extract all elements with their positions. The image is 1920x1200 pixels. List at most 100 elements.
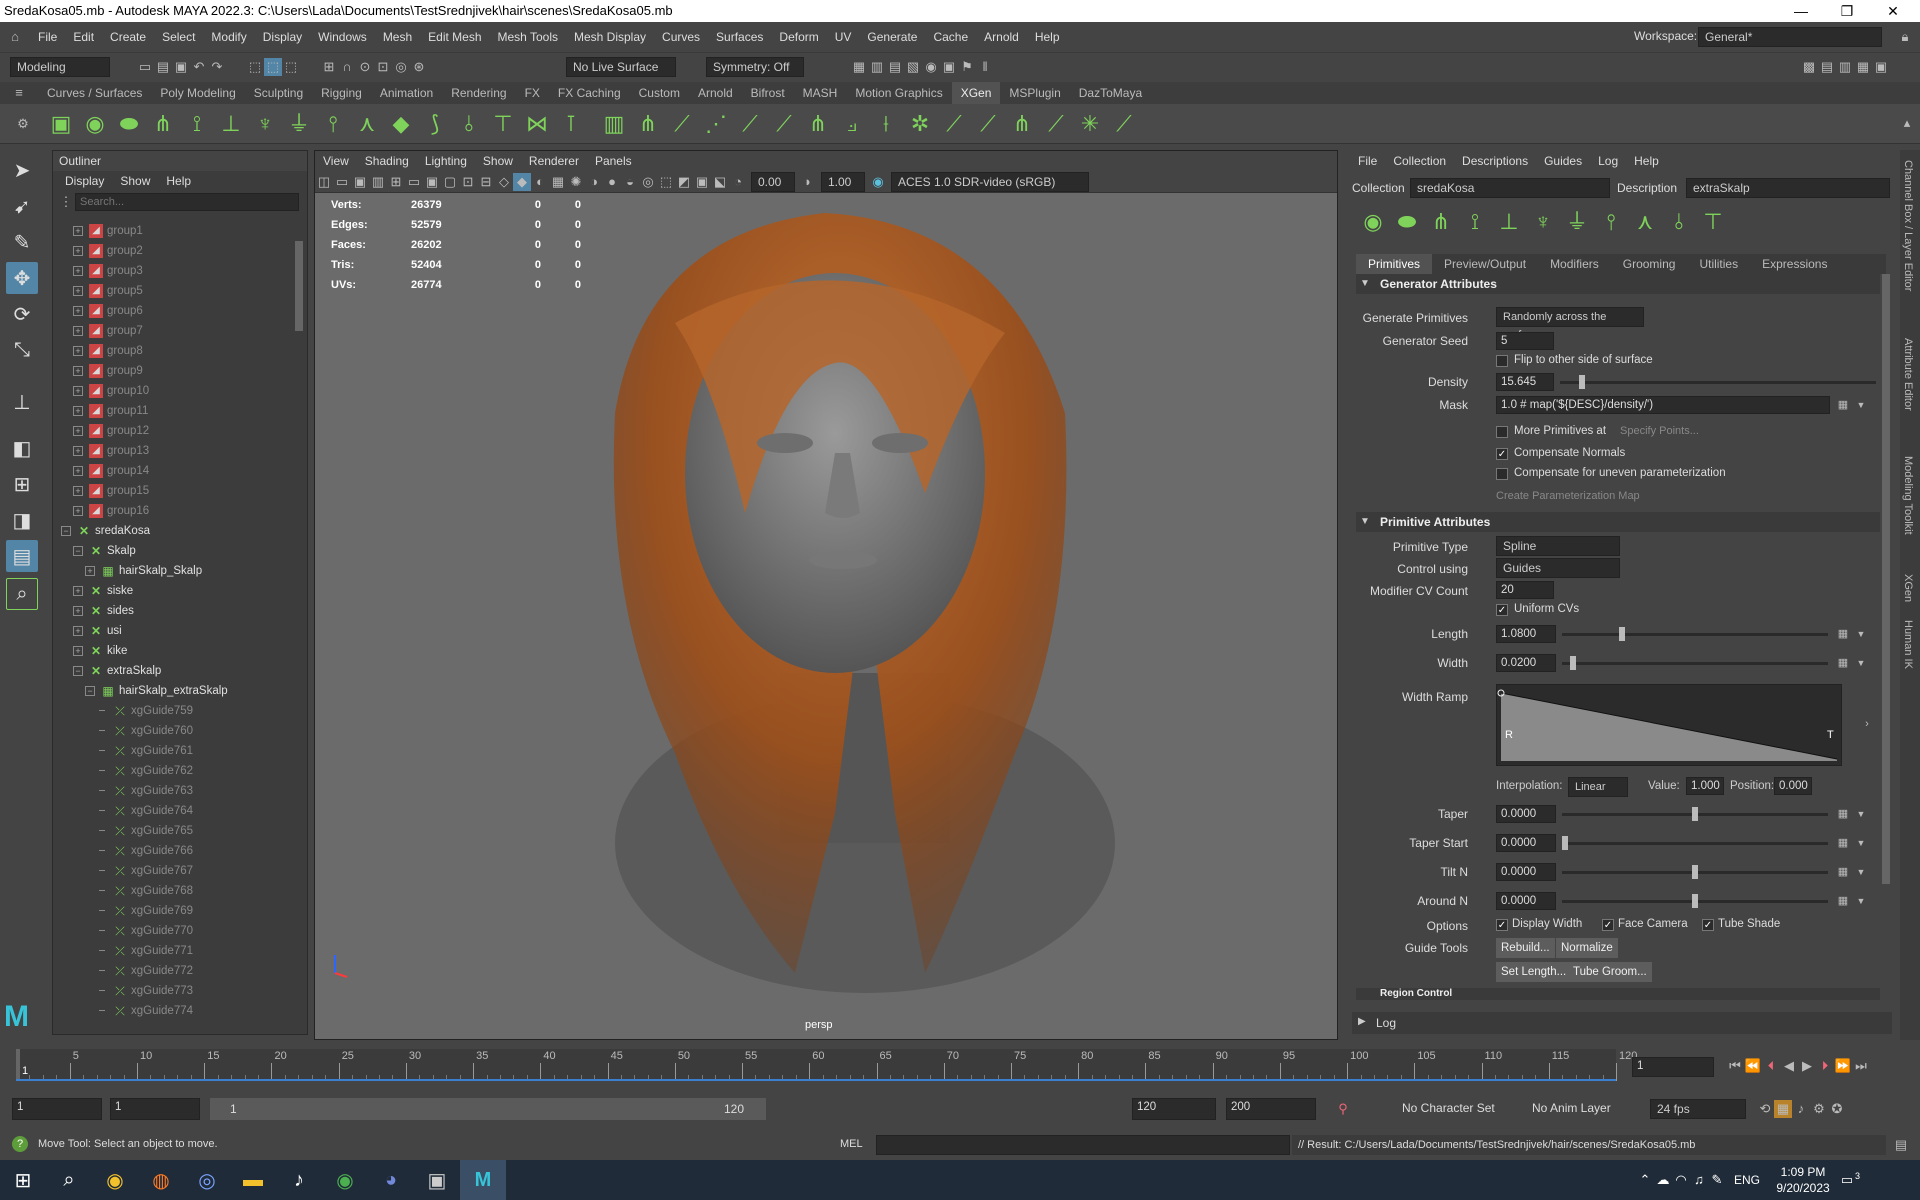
search-icon[interactable]: ⌕ xyxy=(46,1160,92,1200)
length-field[interactable]: 1.0800 xyxy=(1496,625,1556,643)
lock-guide-icon[interactable]: ⏚ xyxy=(285,108,313,140)
camera-attr-icon[interactable]: ▭ xyxy=(333,173,351,191)
xgen-length-icon[interactable]: ⊤ xyxy=(1699,206,1727,238)
wireframe-icon[interactable]: ◇ xyxy=(495,173,513,191)
command-input[interactable] xyxy=(876,1135,1290,1155)
new-scene-icon[interactable]: ▭ xyxy=(136,58,154,76)
expand-icon[interactable]: + xyxy=(73,266,83,276)
side-tab-attribute-editor[interactable]: Attribute Editor xyxy=(1902,338,1914,411)
anim-layer-dropdown[interactable]: No Anim Layer xyxy=(1532,1101,1611,1115)
shadows-icon[interactable]: ◑ xyxy=(585,173,603,191)
playback-start-field[interactable]: 1 xyxy=(110,1098,200,1120)
expand-icon[interactable]: + xyxy=(73,446,83,456)
gamma-field[interactable]: 1.00 xyxy=(821,171,865,192)
xgen-preview-icon[interactable]: ◉ xyxy=(1359,206,1387,238)
mask-expression-field[interactable]: 1.0 # map('${DESC}/density/') xyxy=(1496,396,1830,414)
xray-joints-icon[interactable]: ▣ xyxy=(693,173,711,191)
live-surface-field[interactable]: No Live Surface xyxy=(566,57,676,77)
uniform-cvs-checkbox[interactable]: ✓ xyxy=(1496,604,1508,616)
expand-icon[interactable]: + xyxy=(73,406,83,416)
menu-edit-mesh[interactable]: Edit Mesh xyxy=(420,22,489,52)
onedrive-icon[interactable]: ☁ xyxy=(1654,1171,1672,1189)
ramp-value-field[interactable]: 1.000 xyxy=(1686,777,1724,795)
outliner-row[interactable]: + ◢ group15 xyxy=(53,481,293,501)
menu-create[interactable]: Create xyxy=(102,22,154,52)
tilt-menu-icon[interactable]: ▼ xyxy=(1852,863,1870,881)
move-tool-icon[interactable]: ✥ xyxy=(6,262,38,294)
xgen-cut-guide-icon[interactable]: ⊥ xyxy=(1495,206,1523,238)
grid-toggle-icon[interactable]: ⊞ xyxy=(387,173,405,191)
expand-icon[interactable]: + xyxy=(73,326,83,336)
add-guide-icon[interactable]: ⋔ xyxy=(149,108,177,140)
xgen-menu-guides[interactable]: Guides xyxy=(1536,154,1590,168)
groom-add-icon[interactable]: ⋔ xyxy=(634,108,662,140)
expand-icon[interactable]: − xyxy=(73,546,83,556)
render-view-icon[interactable]: ▥ xyxy=(868,58,886,76)
expand-icon[interactable]: + xyxy=(73,386,83,396)
outliner-menu-display[interactable]: Display xyxy=(57,174,112,188)
shelf-tab-fx[interactable]: FX xyxy=(516,82,549,104)
loop-icon[interactable]: ⟲ xyxy=(1756,1100,1774,1118)
normalize-button[interactable]: Normalize xyxy=(1556,938,1618,958)
motion-blur-icon[interactable]: ◒ xyxy=(621,173,639,191)
viewport-menu-panels[interactable]: Panels xyxy=(587,151,640,171)
xgen-tab-preview-output[interactable]: Preview/Output xyxy=(1432,254,1538,274)
expand-icon[interactable]: + xyxy=(73,226,83,236)
shelf-tab-custom[interactable]: Custom xyxy=(630,82,689,104)
step-back-key-icon[interactable]: ⏪ xyxy=(1744,1057,1762,1075)
outliner-row[interactable]: ⤫ xgGuide764 xyxy=(53,801,293,821)
viewport-menu-show[interactable]: Show xyxy=(475,151,521,171)
mask-expr-editor-icon[interactable]: ▦ xyxy=(1834,396,1852,414)
ramp-expand-icon[interactable]: › xyxy=(1858,715,1876,733)
tray-chevron-icon[interactable]: ⌃ xyxy=(1636,1171,1654,1189)
arnold-render-icon[interactable]: ◉ xyxy=(922,58,940,76)
menu-mesh[interactable]: Mesh xyxy=(375,22,420,52)
ao-icon[interactable]: ● xyxy=(603,173,621,191)
groom-select-icon[interactable]: ⟋ xyxy=(974,108,1002,140)
outliner-row[interactable]: + ◢ group9 xyxy=(53,361,293,381)
last-tool-icon[interactable]: ⊥ xyxy=(6,386,38,418)
around-expr-editor-icon[interactable]: ▦ xyxy=(1834,892,1852,910)
density-slider[interactable] xyxy=(1560,375,1876,389)
tilt-slider-knob[interactable] xyxy=(1692,865,1698,879)
outliner-row[interactable]: ⤫ xgGuide768 xyxy=(53,881,293,901)
step-forward-key-icon[interactable]: ⏩ xyxy=(1834,1057,1852,1075)
interactive-groom-icon[interactable]: ▥ xyxy=(600,108,628,140)
ipr-icon[interactable]: ▧ xyxy=(904,58,922,76)
outliner-row[interactable]: ⤫ xgGuide771 xyxy=(53,941,293,961)
outliner-row[interactable]: ⤫ xgGuide774 xyxy=(53,1001,293,1021)
menu-modify[interactable]: Modify xyxy=(203,22,254,52)
width-field[interactable]: 0.0200 xyxy=(1496,654,1556,672)
groom-smooth-icon[interactable]: ⋔ xyxy=(804,108,832,140)
tube-groom-button[interactable]: Tube Groom... xyxy=(1568,962,1652,982)
select-component-icon[interactable]: ⬚ xyxy=(282,58,300,76)
menu-edit[interactable]: Edit xyxy=(65,22,102,52)
groom-twist-icon[interactable]: ✲ xyxy=(906,108,934,140)
animation-start-field[interactable]: 1 xyxy=(12,1098,102,1120)
start-icon[interactable]: ⊞ xyxy=(0,1160,46,1200)
outliner-row[interactable]: + ◢ group3 xyxy=(53,261,293,281)
scale-tool-icon[interactable]: ⤡ xyxy=(6,334,38,366)
camera-select-icon[interactable]: ◫ xyxy=(315,173,333,191)
xgen-normalize-icon[interactable]: ⋏ xyxy=(1631,206,1659,238)
xgen-tab-expressions[interactable]: Expressions xyxy=(1750,254,1839,274)
collapse-primitive-icon[interactable]: ▼ xyxy=(1360,516,1370,527)
clock[interactable]: 1:09 PM 9/20/2023 xyxy=(1768,1164,1838,1196)
compensate-uneven-checkbox[interactable] xyxy=(1496,468,1508,480)
select-tool-icon[interactable]: ➤ xyxy=(6,154,38,186)
compensate-normals-checkbox[interactable]: ✓ xyxy=(1496,448,1508,460)
rotate-tool-icon[interactable]: ⟳ xyxy=(6,298,38,330)
outliner-menu-help[interactable]: Help xyxy=(158,174,199,188)
single-view-icon[interactable]: ◧ xyxy=(6,432,38,464)
play-back-icon[interactable]: ◀ xyxy=(1780,1057,1798,1075)
outliner-scrollbar[interactable] xyxy=(295,241,303,331)
xgen-move-guide-icon[interactable]: ⟟ xyxy=(1461,206,1489,238)
outliner-row[interactable]: + ◢ group7 xyxy=(53,321,293,341)
outliner-row[interactable]: − ✕ extraSkalp xyxy=(53,661,293,681)
select-object-icon[interactable]: ⬚ xyxy=(264,58,282,76)
interpolation-dropdown[interactable]: Linear xyxy=(1568,777,1628,797)
groom-freeze-icon[interactable]: ⋔ xyxy=(1008,108,1036,140)
outliner-row[interactable]: − ✕ sredaKosa xyxy=(53,521,293,541)
save-scene-icon[interactable]: ▣ xyxy=(172,58,190,76)
volume-icon[interactable]: ♫ xyxy=(1690,1171,1708,1189)
